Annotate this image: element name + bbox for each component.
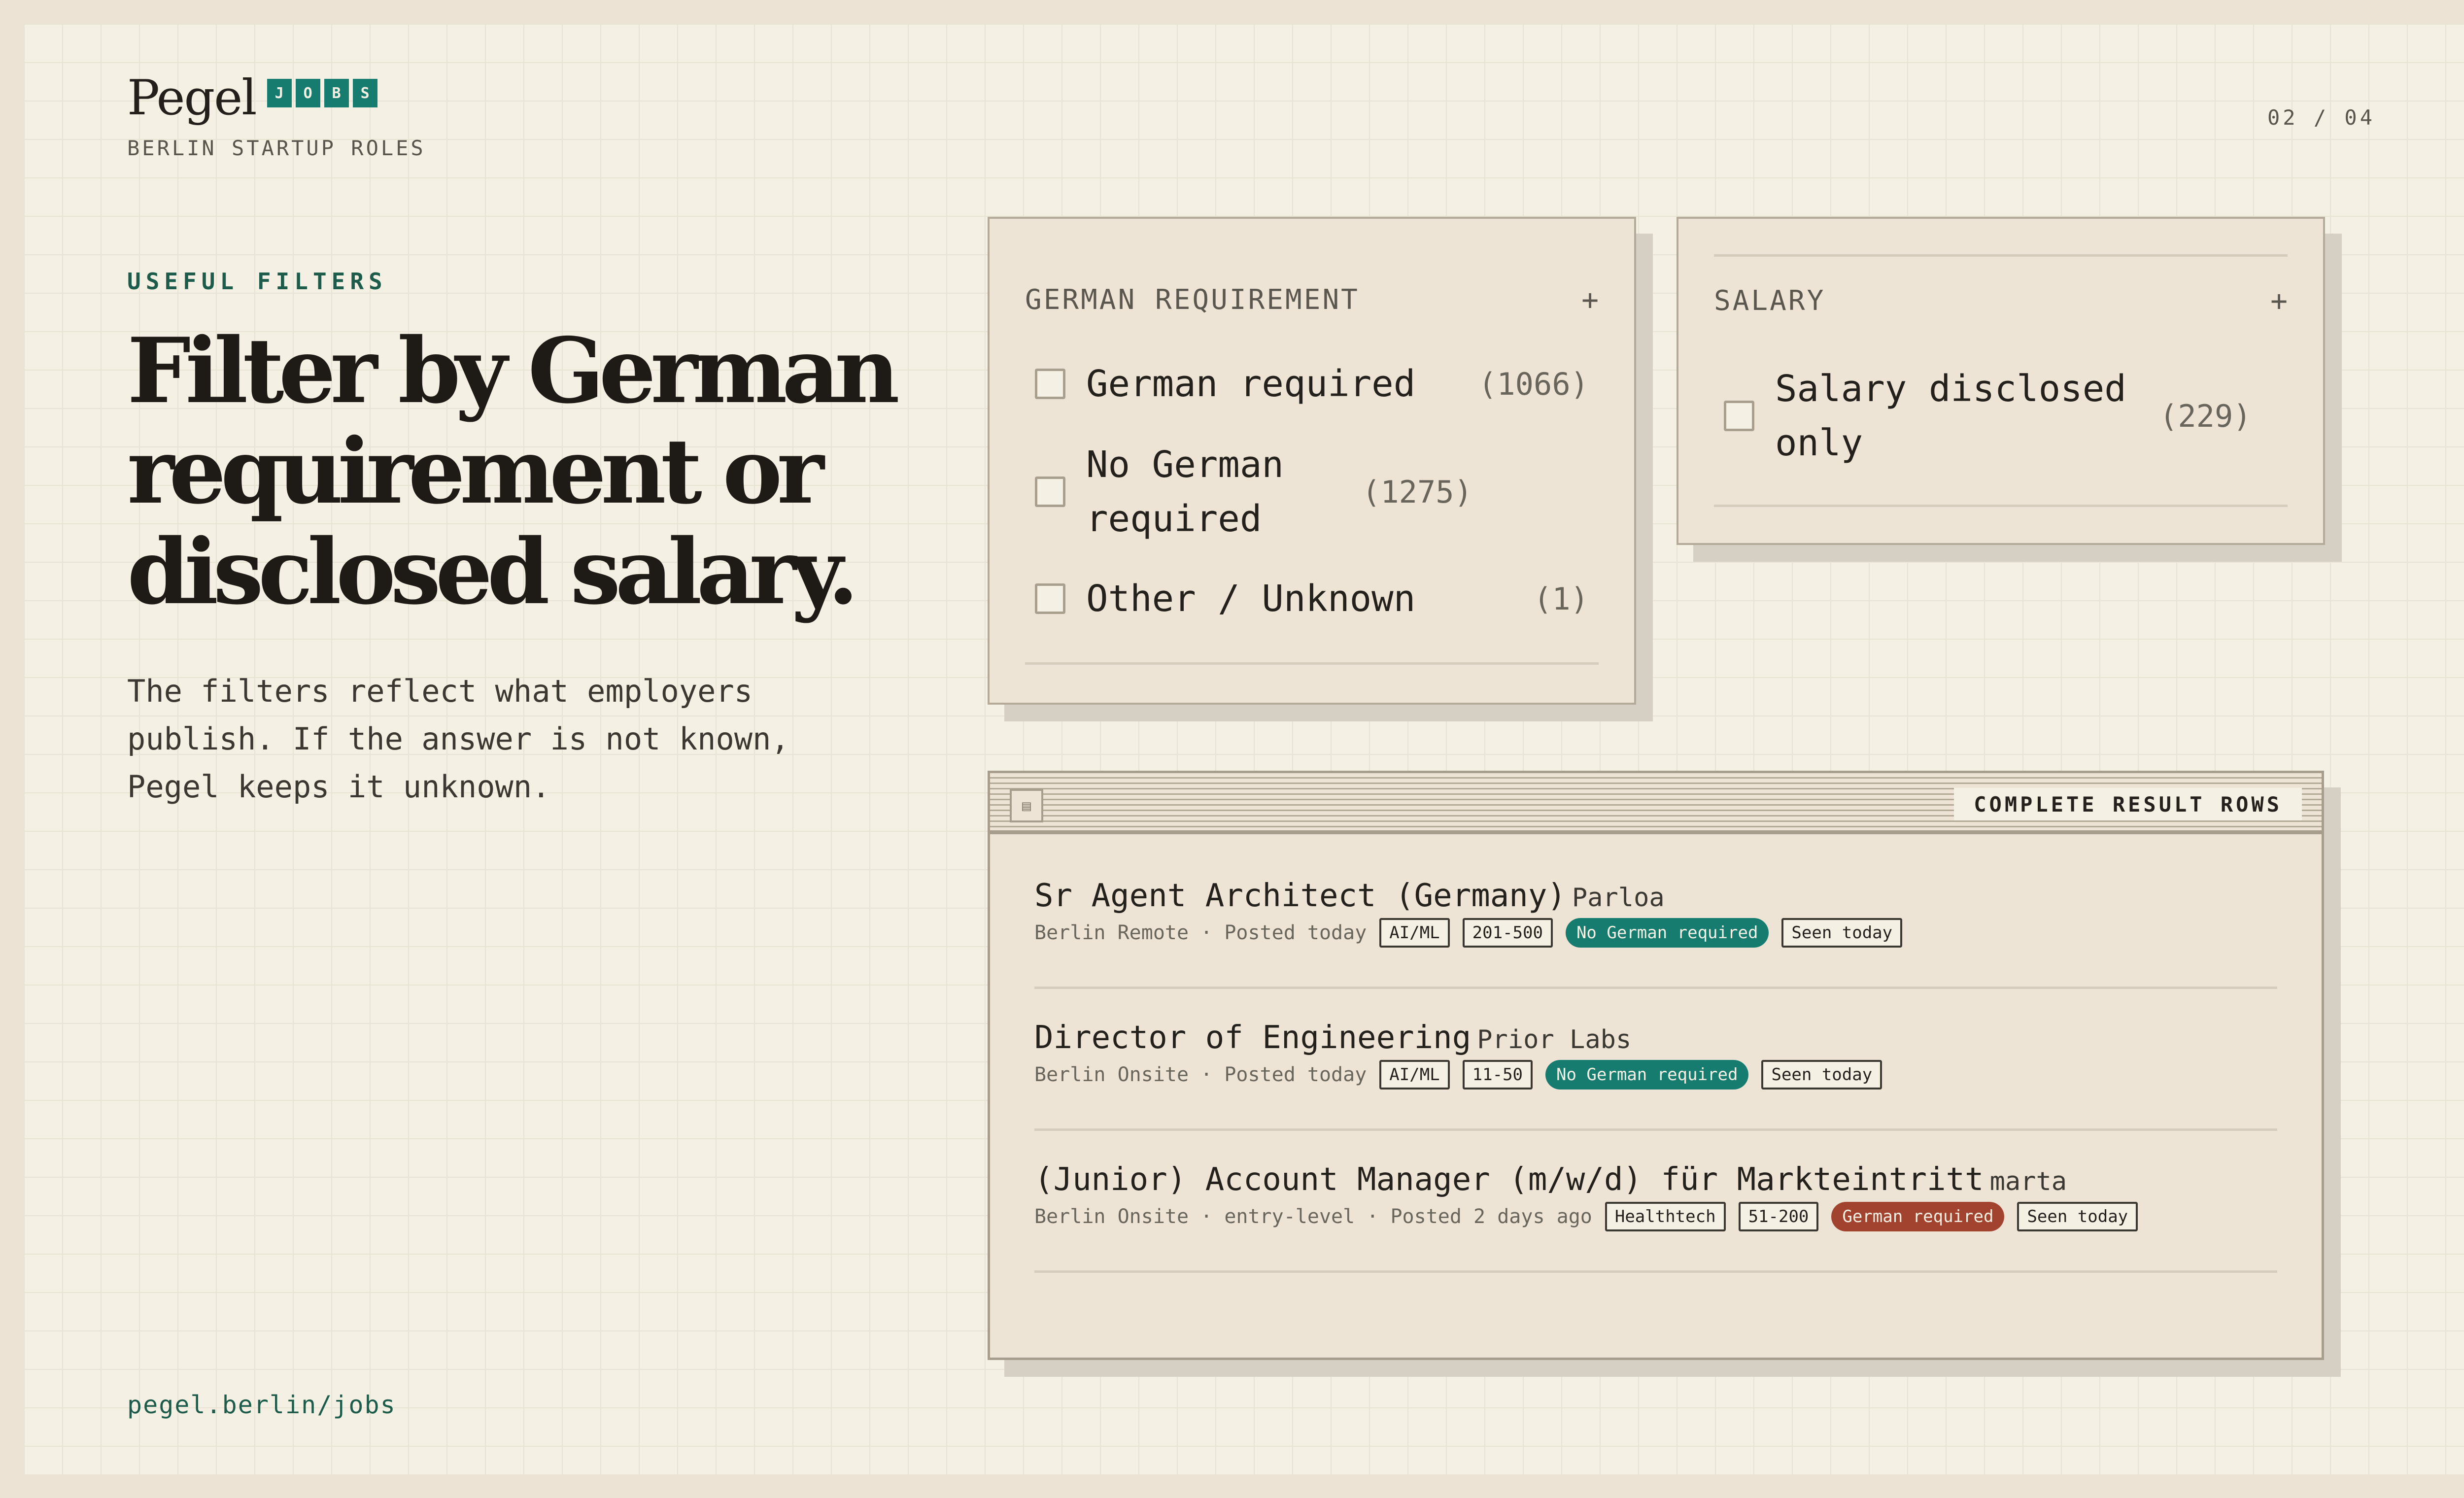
job-row[interactable]: (Junior) Account Manager (m/w/d) für Mar… (1034, 1131, 2277, 1273)
badge-letter: S (352, 79, 377, 107)
lede-paragraph: The filters reflect what employers publi… (127, 673, 789, 805)
job-meta-text: Berlin Remote · Posted today (1034, 921, 1367, 944)
expand-plus-icon[interactable]: + (2270, 284, 2288, 317)
option-label: German required (1086, 363, 1416, 405)
seen-badge: Seen today (2017, 1202, 2138, 1231)
expand-plus-icon[interactable]: + (1581, 283, 1599, 316)
job-role[interactable]: Director of Engineering (1034, 1020, 1471, 1056)
option-count: (1) (1534, 580, 1589, 617)
industry-tag: AI/ML (1379, 918, 1450, 948)
checkbox[interactable] (1724, 401, 1754, 431)
company-size-tag: 201-500 (1462, 918, 1553, 948)
filter-header[interactable]: SALARY + (1714, 284, 2288, 317)
industry-tag: Healthtech (1605, 1202, 1726, 1231)
job-company: Prior Labs (1477, 1025, 1632, 1055)
language-badge: No German required (1565, 918, 1769, 948)
seen-badge: Seen today (1781, 918, 1903, 948)
language-badge: German required (1831, 1202, 2005, 1231)
filter-header[interactable]: GERMAN REQUIREMENT + (1025, 283, 1599, 316)
job-role[interactable]: Sr Agent Architect (Germany) (1034, 878, 1566, 914)
job-title-line: Sr Agent Architect (Germany) Parloa (1034, 878, 1665, 914)
jobs-badge: J O B S (267, 79, 377, 107)
checkbox[interactable] (1035, 477, 1065, 507)
headline: Filter by German requirement or disclose… (127, 318, 900, 624)
job-meta-line: Berlin Onsite · entry-level · Posted 2 d… (1034, 1202, 2138, 1231)
divider (1714, 254, 2288, 257)
brand-name: Pegel (127, 70, 257, 126)
badge-letter: O (295, 79, 320, 107)
section-eyebrow: USEFUL FILTERS (127, 268, 387, 295)
job-company: Parloa (1572, 883, 1665, 913)
footer-url-link[interactable]: pegel.berlin/jobs (127, 1391, 396, 1419)
filter-option-no-german-required[interactable]: No German required (1275) (1035, 438, 1589, 546)
job-row[interactable]: Sr Agent Architect (Germany) Parloa Berli… (1034, 847, 2277, 989)
filter-title: SALARY (1714, 284, 1826, 317)
option-count: (229) (2159, 398, 2252, 434)
seen-badge: Seen today (1761, 1060, 1882, 1089)
divider (1025, 662, 1599, 665)
divider (1714, 505, 2288, 507)
checkbox[interactable] (1035, 583, 1065, 614)
job-company: marta (1989, 1167, 2067, 1196)
checkbox[interactable] (1035, 369, 1065, 399)
filter-title: GERMAN REQUIREMENT (1025, 283, 1360, 316)
filter-option-salary-disclosed[interactable]: Salary disclosed only (229) (1724, 362, 2278, 470)
badge-letter: B (324, 79, 349, 107)
option-count: (1066) (1478, 366, 1589, 402)
window-titlebar[interactable]: ▤ COMPLETE RESULT ROWS (990, 773, 2322, 834)
page-indicator: 02 / 04 (2267, 105, 2375, 130)
job-meta-line: Berlin Onsite · Posted today AI/ML 11-50… (1034, 1060, 1882, 1089)
results-window: ▤ COMPLETE RESULT ROWS Sr Agent Architec… (988, 771, 2324, 1360)
company-size-tag: 11-50 (1462, 1060, 1533, 1089)
option-label: Salary disclosed only (1775, 368, 2126, 464)
job-meta-text: Berlin Onsite · Posted today (1034, 1063, 1367, 1086)
filter-option-german-required[interactable]: German required (1066) (1035, 357, 1589, 411)
job-row[interactable]: Director of Engineering Prior Labs Berlin… (1034, 989, 2277, 1131)
job-meta-line: Berlin Remote · Posted today AI/ML 201-5… (1034, 918, 1903, 948)
industry-tag: AI/ML (1379, 1060, 1450, 1089)
option-label: Other / Unknown (1086, 578, 1416, 620)
brand-logo[interactable]: Pegel J O B S (127, 74, 377, 122)
job-role[interactable]: (Junior) Account Manager (m/w/d) für Mar… (1034, 1161, 1984, 1198)
option-label: No German required (1086, 443, 1284, 540)
language-badge: No German required (1545, 1060, 1749, 1089)
filter-option-other-unknown[interactable]: Other / Unknown (1) (1035, 572, 1589, 626)
window-title: COMPLETE RESULT ROWS (1954, 788, 2302, 820)
brand-subtitle: BERLIN STARTUP ROLES (127, 136, 426, 160)
job-title-line: (Junior) Account Manager (m/w/d) für Mar… (1034, 1161, 2067, 1198)
badge-letter: J (267, 79, 292, 107)
job-meta-text: Berlin Onsite · entry-level · Posted 2 d… (1034, 1205, 1592, 1228)
option-count: (1275) (1362, 474, 1472, 510)
company-size-tag: 51-200 (1738, 1202, 1819, 1231)
salary-filter: SALARY + Salary disclosed only (229) (1677, 217, 2325, 545)
german-requirement-filter: GERMAN REQUIREMENT + German required (10… (988, 217, 1636, 705)
job-title-line: Director of Engineering Prior Labs (1034, 1020, 1631, 1056)
window-menu-icon[interactable]: ▤ (1010, 789, 1043, 822)
